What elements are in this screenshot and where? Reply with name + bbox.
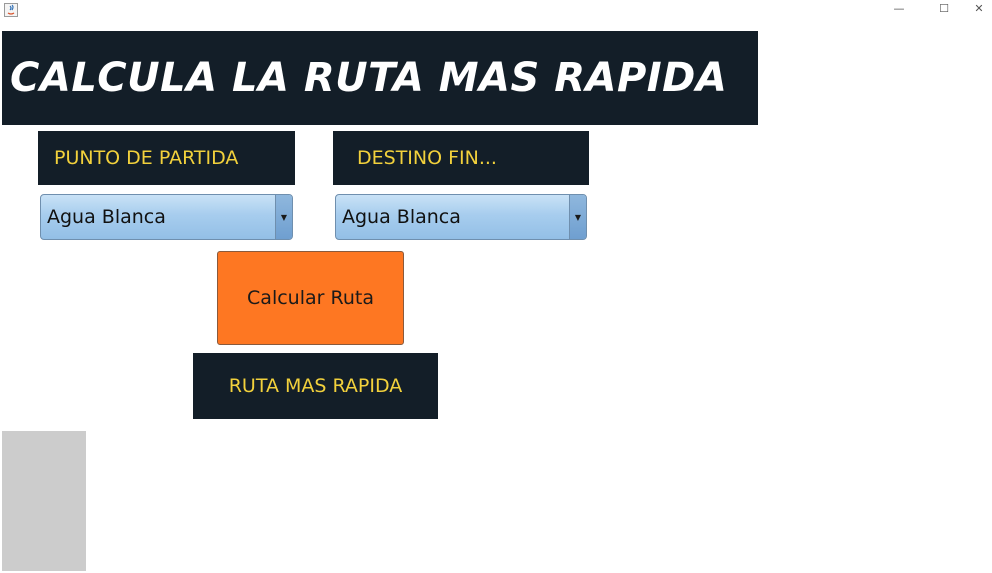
origin-label-text: PUNTO DE PARTIDA [54,147,239,169]
page-title: CALCULA LA RUTA MAS RAPIDA [10,55,728,101]
destination-select-value: Agua Blanca [342,206,461,228]
destination-select[interactable]: Agua Blanca ▼ [335,194,587,240]
app-window: — ☐ ✕ CALCULA LA RUTA MAS RAPIDA PUNTO D… [0,0,992,573]
origin-label: PUNTO DE PARTIDA [38,131,295,185]
result-panel [2,431,86,571]
destination-label-text: DESTINO FIN... [357,147,497,169]
origin-select[interactable]: Agua Blanca ▼ [40,194,293,240]
title-bar: — ☐ ✕ [0,0,992,22]
java-icon [4,2,18,17]
origin-select-value: Agua Blanca [47,206,166,228]
chevron-down-icon[interactable]: ▼ [569,195,586,239]
chevron-down-icon[interactable]: ▼ [275,195,292,239]
calculate-route-button[interactable]: Calcular Ruta [217,251,404,345]
header-banner: CALCULA LA RUTA MAS RAPIDA [2,31,758,125]
destination-label: DESTINO FIN... [333,131,589,185]
result-label-text: RUTA MAS RAPIDA [228,375,403,397]
maximize-button[interactable]: ☐ [921,0,967,18]
minimize-button[interactable]: — [876,0,922,18]
close-button[interactable]: ✕ [966,0,992,18]
result-label: RUTA MAS RAPIDA [193,353,438,419]
